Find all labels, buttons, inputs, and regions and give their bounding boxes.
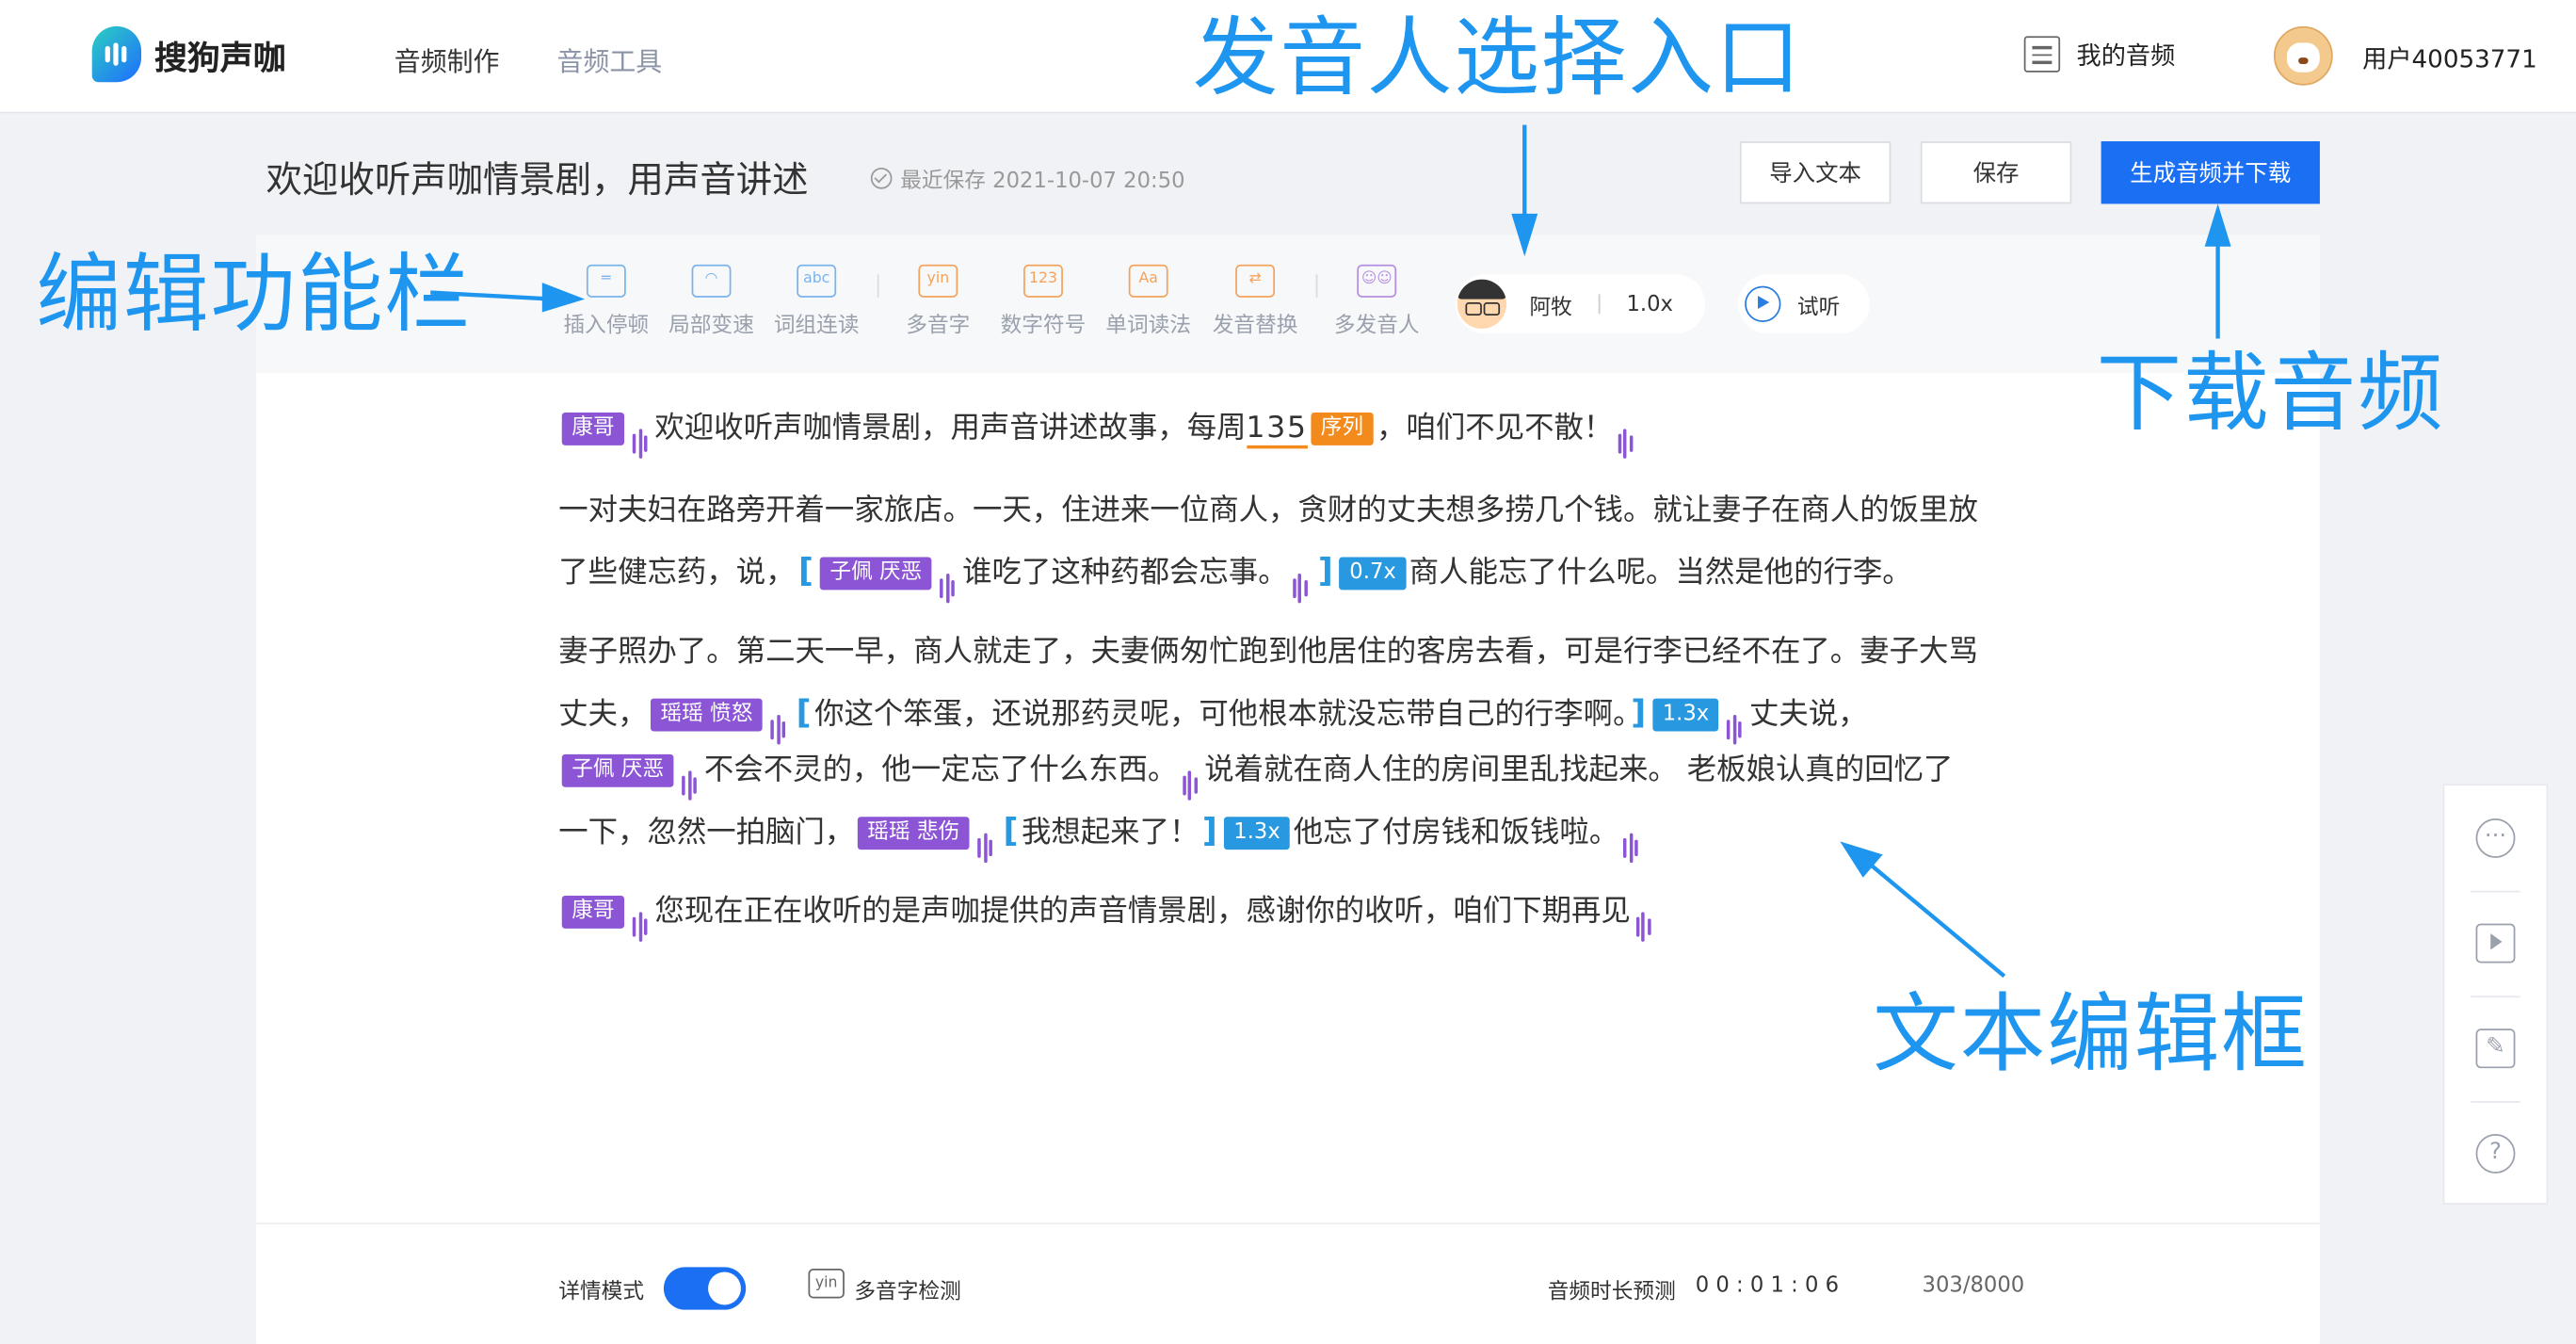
help-button[interactable]: ?: [2444, 1101, 2546, 1206]
tool-insert-pause[interactable]: ═ 插入停顿: [552, 264, 660, 338]
preview-label: 试听: [1796, 295, 1841, 320]
pause-wave-icon[interactable]: [632, 414, 650, 459]
speed-tag[interactable]: 0.7x: [1339, 557, 1407, 591]
document-title[interactable]: 欢迎收听声咖情景剧，用声音讲述: [266, 152, 809, 204]
pause-insert-icon: ═: [586, 264, 626, 298]
speaker-emotion-tag[interactable]: 子佩 厌恶: [819, 557, 932, 591]
feedback-button[interactable]: ···: [2444, 785, 2546, 891]
brand-logo[interactable]: 搜狗声咖: [91, 25, 286, 83]
number-icon: 123: [1023, 264, 1063, 298]
generate-download-button[interactable]: 生成音频并下载: [2101, 141, 2320, 204]
speaker-emotion-tag[interactable]: 瑶瑶 悲伤: [857, 817, 970, 850]
char-count: 303/8000: [1922, 1273, 2025, 1299]
speaker-tag[interactable]: 康哥: [561, 412, 625, 445]
save-status: 最近保存 2021-10-07 20:50: [870, 163, 1185, 194]
detail-mode-label: 详情模式: [558, 1280, 645, 1305]
sogou-voice-logo-icon: [91, 25, 142, 83]
my-audio-link[interactable]: 我的音频: [2023, 36, 2176, 73]
text-editor[interactable]: 康哥 欢迎收听声咖情景剧，用声音讲述故事，每周135 序列 ，咱们不见不散！ 一对夫妇…: [558, 399, 2037, 964]
tutorial-video-button[interactable]: [2444, 890, 2546, 996]
tool-polyphone[interactable]: yin 多音字: [884, 264, 992, 338]
tool-pronunciation-replace[interactable]: ⇄ 发音替换: [1201, 264, 1310, 338]
number-marked[interactable]: 135: [1247, 411, 1308, 449]
import-text-button[interactable]: 导入文本: [1739, 141, 1892, 204]
pause-wave-icon[interactable]: [1623, 818, 1640, 864]
pause-wave-icon[interactable]: [1727, 700, 1744, 745]
detail-mode-toggle[interactable]: [663, 1267, 747, 1310]
duration-label: 音频时长预测: [1547, 1280, 1676, 1305]
word-icon: Aa: [1128, 264, 1168, 298]
pause-wave-icon[interactable]: [682, 756, 699, 801]
speaker-name: 阿牧: [1529, 295, 1572, 320]
my-audio-label: 我的音频: [2076, 40, 2176, 71]
duration-value: 0 0 : 0 1 : 0 6: [1695, 1273, 1840, 1299]
editor-footer: 详情模式 yin 多音字检测 音频时长预测 0 0 : 0 1 : 0 6 30…: [256, 1223, 2320, 1344]
annotation-download: 下载音频: [2096, 345, 2445, 445]
pause-wave-icon[interactable]: [632, 898, 650, 942]
speed-tag[interactable]: 1.3x: [1652, 698, 1719, 732]
user-avatar[interactable]: [2273, 25, 2333, 86]
polyphone-check-button[interactable]: 多音字检测: [854, 1273, 960, 1304]
tool-phrase-link[interactable]: abc 词组连读: [763, 264, 871, 338]
pause-wave-icon[interactable]: [1635, 898, 1652, 942]
speed-tag[interactable]: 1.3x: [1223, 817, 1291, 850]
tool-local-speed[interactable]: ◠ 局部变速: [657, 264, 765, 338]
pause-wave-icon[interactable]: [770, 700, 788, 745]
nav-audio-tools[interactable]: 音频工具: [557, 40, 663, 79]
tool-word-reading[interactable]: Aa 单词读法: [1094, 264, 1202, 338]
pause-wave-icon[interactable]: [1618, 414, 1635, 459]
pause-wave-icon[interactable]: [1292, 559, 1310, 604]
annotation-text-box: 文本编辑框: [1873, 985, 2309, 1085]
play-square-icon: [2475, 923, 2516, 963]
pause-wave-icon[interactable]: [940, 559, 958, 604]
edit-note-icon: ✎: [2475, 1028, 2516, 1069]
speed-gauge-icon: ◠: [691, 264, 732, 298]
editor-panel: ═ 插入停顿 ◠ 局部变速 abc 词组连读 yin 多音字 123 数字符号 …: [256, 235, 2320, 1344]
speaker-emotion-tag[interactable]: 子佩 厌恶: [561, 753, 674, 787]
username[interactable]: 用户40053771: [2362, 41, 2537, 76]
yin-icon: yin: [918, 264, 958, 298]
sequence-tag[interactable]: 序列: [1311, 412, 1374, 445]
play-circle-icon: [1745, 285, 1781, 322]
preview-button[interactable]: 试听: [1738, 274, 1870, 334]
tool-number-symbol[interactable]: 123 数字符号: [989, 264, 1097, 338]
notes-button[interactable]: ✎: [2444, 996, 2546, 1101]
speaker-selector[interactable]: 阿牧 1.0x: [1455, 274, 1706, 334]
abc-icon: abc: [797, 264, 837, 298]
annotation-edit-bar: 编辑功能栏: [36, 246, 472, 346]
edit-toolbar: ═ 插入停顿 ◠ 局部变速 abc 词组连读 yin 多音字 123 数字符号 …: [256, 235, 2320, 374]
annotation-speaker-entry: 发音人选择入口: [1192, 9, 1803, 109]
speaker-tag[interactable]: 康哥: [561, 895, 625, 929]
chat-bubble-icon: ···: [2475, 818, 2516, 858]
tool-multi-speaker[interactable]: ☺☺ 多发音人: [1323, 264, 1431, 338]
speaker-avatar: [1457, 279, 1507, 329]
replace-icon: ⇄: [1235, 264, 1276, 298]
save-status-text: 最近保存 2021-10-07 20:50: [900, 169, 1185, 194]
side-tool-panel: ··· ✎ ?: [2442, 784, 2549, 1206]
check-circle-icon: [870, 167, 893, 189]
help-icon: ?: [2475, 1133, 2516, 1174]
list-icon: [2023, 36, 2061, 73]
brand-name: 搜狗声咖: [154, 37, 286, 77]
speaker-emotion-tag[interactable]: 瑶瑶 愤怒: [650, 698, 763, 732]
speaker-speed[interactable]: 1.0x: [1626, 292, 1673, 316]
save-button[interactable]: 保存: [1920, 141, 2072, 204]
multi-speaker-icon: ☺☺: [1357, 264, 1397, 298]
pause-wave-icon[interactable]: [977, 818, 994, 864]
pause-wave-icon[interactable]: [1182, 756, 1199, 801]
nav-audio-production[interactable]: 音频制作: [394, 40, 500, 79]
polyphone-check-icon[interactable]: yin: [808, 1269, 845, 1299]
